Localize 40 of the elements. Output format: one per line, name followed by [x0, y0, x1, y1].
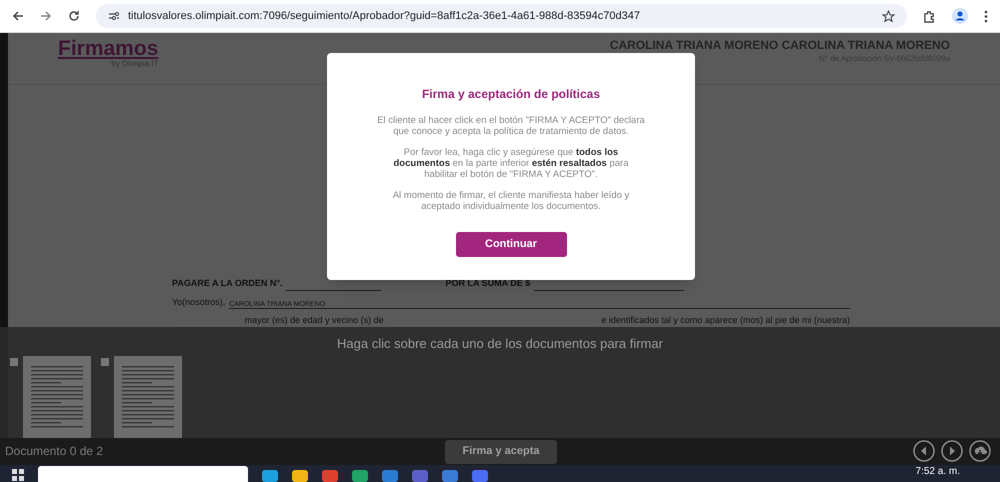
document-text: e identificados tal y como aparece (mos) al pie de mi (nuestra) [601, 314, 850, 327]
clock-time: 7:52 a. m. [916, 465, 960, 479]
document-thumbnail[interactable] [23, 356, 91, 438]
checkbox[interactable] [101, 358, 109, 366]
next-icon[interactable] [941, 440, 963, 462]
previous-icon[interactable] [913, 440, 935, 462]
download-icon[interactable] [969, 440, 991, 462]
panel-hint: Haga clic sobre cada uno de los documentos para firmar [337, 335, 663, 353]
checkbox[interactable] [10, 358, 18, 366]
dialog-paragraph: Al momento de firmar, el cliente manifiesta haber leído y aceptado individualmente los documentos. [392, 190, 630, 212]
amount-label: POR LA SUMA DE $ [445, 277, 530, 290]
url-text: titulosvalores.olimpiait.com:7096/seguimiento/Aprobador?guid=8aff1c2a-36e1-4a61-988d-83594c70d347 [128, 8, 640, 24]
continue-button[interactable]: Continuar [456, 232, 566, 257]
back-icon[interactable] [12, 10, 24, 22]
dialog-paragraph: El cliente al hacer click en el botón "FIRMA Y ACEPTO" declara que conoce y acepta la política de tratamiento de datos. [377, 115, 645, 137]
menu-icon[interactable] [984, 10, 988, 22]
document-counter: Documento 0 de 2 [5, 443, 104, 460]
taskbar-search-field[interactable] [38, 466, 248, 482]
reload-icon[interactable] [68, 10, 80, 22]
taskbar-app-icon[interactable] [292, 470, 308, 482]
document-thumbnail[interactable] [114, 356, 182, 438]
document-text: mayor (es) de edad y vecino (s) de [244, 314, 384, 327]
taskbar-app-icon[interactable] [442, 470, 458, 482]
logo: Firmamos [58, 38, 158, 59]
windows-start-icon[interactable] [12, 469, 24, 481]
taskbar-app-icon[interactable] [352, 470, 368, 482]
debtor-label: Yo(nosotros), [172, 296, 226, 309]
document-title: PAGARE A LA ORDEN N°. [172, 277, 282, 290]
site-settings-icon[interactable] [108, 11, 120, 21]
star-icon[interactable] [882, 10, 895, 22]
taskbar-app-icon[interactable] [262, 470, 278, 482]
address-bar[interactable]: titulosvalores.olimpiait.com:7096/seguimiento/Aprobador?guid=8aff1c2a-36e1-4a61-988d-83594c70d347 [96, 4, 907, 28]
extensions-icon[interactable] [923, 10, 936, 22]
taskbar-app-icon[interactable] [322, 470, 338, 482]
profile-icon[interactable] [952, 8, 968, 24]
taskbar-app-icon[interactable] [472, 470, 488, 482]
forward-icon[interactable] [40, 10, 52, 22]
dialog-title: Firma y aceptación de políticas [422, 86, 600, 103]
dialog-paragraph: Por favor lea, haga clic y asegúrese que todos los documentos en la parte inferior estén resaltados para habilitar el botón de "FIRMA Y ACEPTO". [392, 147, 630, 180]
taskbar-app-icon[interactable] [382, 470, 398, 482]
